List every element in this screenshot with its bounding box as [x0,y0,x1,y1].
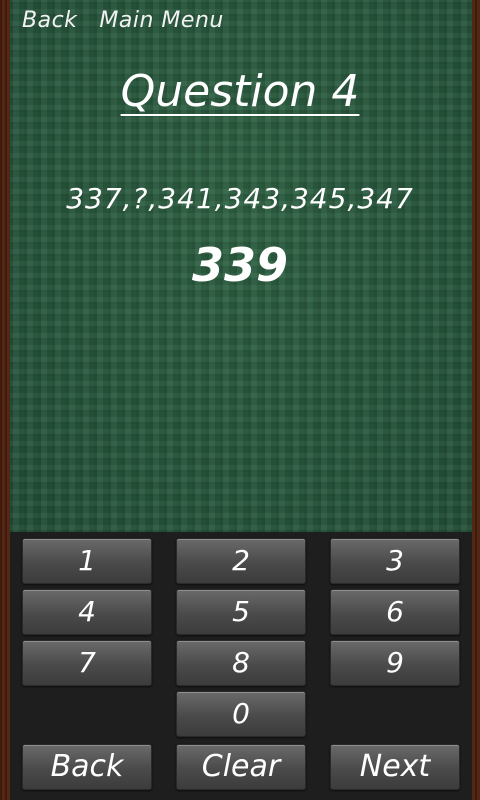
answer-display: 339 [191,238,289,292]
back-button[interactable]: Back [22,744,152,790]
question-title: Question 4 [0,66,480,117]
key-3[interactable]: 3 [330,538,460,584]
key-9[interactable]: 9 [330,640,460,686]
next-button[interactable]: Next [330,744,460,790]
main-menu-link[interactable]: Main Menu [99,8,223,36]
key-5[interactable]: 5 [176,589,306,635]
key-0[interactable]: 0 [176,691,306,737]
question-title-text: Question 4 [120,66,360,117]
key-1[interactable]: 1 [22,538,152,584]
top-nav: Back Main Menu [22,8,224,36]
key-2[interactable]: 2 [176,538,306,584]
key-6[interactable]: 6 [330,589,460,635]
number-sequence: 337,?,341,343,345,347 [66,182,414,215]
clear-button[interactable]: Clear [176,744,306,790]
back-link[interactable]: Back [22,8,77,36]
key-4[interactable]: 4 [22,589,152,635]
keypad: 1 2 3 4 5 6 7 8 9 0 Back Clear Next [10,532,472,800]
key-7[interactable]: 7 [22,640,152,686]
key-8[interactable]: 8 [176,640,306,686]
